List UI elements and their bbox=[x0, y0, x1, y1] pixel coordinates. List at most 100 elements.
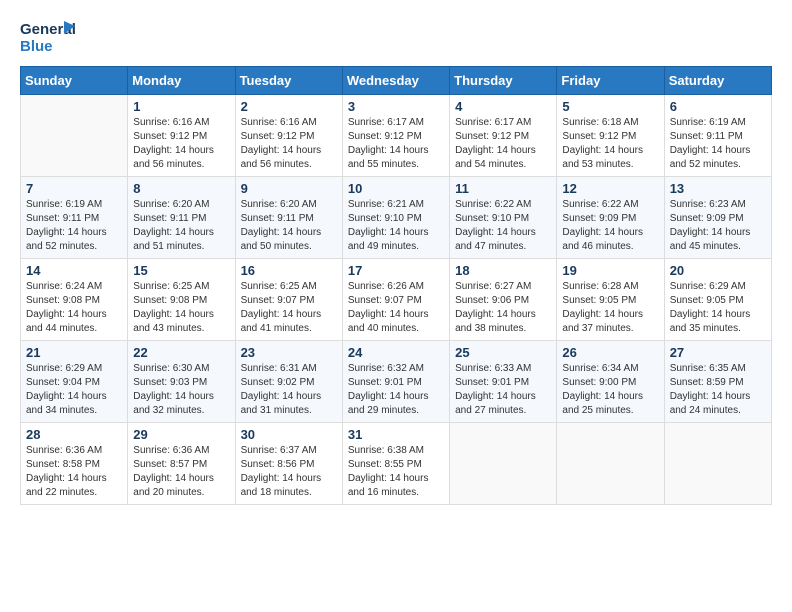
day-number: 16 bbox=[241, 263, 337, 278]
calendar-table: SundayMondayTuesdayWednesdayThursdayFrid… bbox=[20, 66, 772, 505]
day-cell-29: 29 Sunrise: 6:36 AM Sunset: 8:57 PM Dayli… bbox=[128, 423, 235, 505]
day-cell-1: 1 Sunrise: 6:16 AM Sunset: 9:12 PM Daylig… bbox=[128, 95, 235, 177]
day-number: 11 bbox=[455, 181, 551, 196]
day-cell-30: 30Sunrise: 6:37 AM Sunset: 8:56 PM Dayli… bbox=[235, 423, 342, 505]
day-number: 27 bbox=[670, 345, 766, 360]
day-number: 3 bbox=[348, 99, 444, 114]
day-info: Sunrise: 6:38 AM Sunset: 8:55 PM Dayligh… bbox=[348, 444, 444, 500]
day-info: Sunrise: 6:29 AM Sunset: 9:04 PM Dayligh… bbox=[26, 362, 122, 418]
day-cell-5: 5Sunrise: 6:18 AM Sunset: 9:12 PM Daylig… bbox=[557, 95, 664, 177]
week-row-1: 1 Sunrise: 6:16 AM Sunset: 9:12 PM Daylig… bbox=[21, 95, 772, 177]
day-cell-19: 19 Sunrise: 6:28 AM Sunset: 9:05 PM Dayli… bbox=[557, 259, 664, 341]
day-cell-11: 11 Sunrise: 6:22 AM Sunset: 9:10 PM Dayli… bbox=[450, 177, 557, 259]
day-cell-28: 28Sunrise: 6:36 AM Sunset: 8:58 PM Dayli… bbox=[21, 423, 128, 505]
day-number: 20 bbox=[670, 263, 766, 278]
day-number: 21 bbox=[26, 345, 122, 360]
day-header-tuesday: Tuesday bbox=[235, 67, 342, 95]
week-row-5: 28Sunrise: 6:36 AM Sunset: 8:58 PM Dayli… bbox=[21, 423, 772, 505]
day-info: Sunrise: 6:28 AM Sunset: 9:05 PM Dayligh… bbox=[562, 280, 658, 336]
logo-svg: GeneralBlue bbox=[20, 16, 80, 56]
day-cell-25: 25 Sunrise: 6:33 AM Sunset: 9:01 PM Dayli… bbox=[450, 341, 557, 423]
day-number: 29 bbox=[133, 427, 229, 442]
day-header-sunday: Sunday bbox=[21, 67, 128, 95]
day-cell-17: 17 Sunrise: 6:26 AM Sunset: 9:07 PM Dayli… bbox=[342, 259, 449, 341]
day-info: Sunrise: 6:19 AM Sunset: 9:11 PM Dayligh… bbox=[670, 116, 766, 172]
day-info: Sunrise: 6:36 AM Sunset: 8:57 PM Dayligh… bbox=[133, 444, 229, 500]
day-info: Sunrise: 6:23 AM Sunset: 9:09 PM Dayligh… bbox=[670, 198, 766, 254]
day-info: Sunrise: 6:20 AM Sunset: 9:11 PM Dayligh… bbox=[241, 198, 337, 254]
day-info: Sunrise: 6:17 AM Sunset: 9:12 PM Dayligh… bbox=[348, 116, 444, 172]
logo: GeneralBlue bbox=[20, 16, 80, 56]
day-cell-21: 21 Sunrise: 6:29 AM Sunset: 9:04 PM Dayli… bbox=[21, 341, 128, 423]
day-cell-12: 12Sunrise: 6:22 AM Sunset: 9:09 PM Dayli… bbox=[557, 177, 664, 259]
day-header-wednesday: Wednesday bbox=[342, 67, 449, 95]
day-info: Sunrise: 6:20 AM Sunset: 9:11 PM Dayligh… bbox=[133, 198, 229, 254]
week-row-3: 14 Sunrise: 6:24 AM Sunset: 9:08 PM Dayli… bbox=[21, 259, 772, 341]
day-cell-14: 14 Sunrise: 6:24 AM Sunset: 9:08 PM Dayli… bbox=[21, 259, 128, 341]
svg-text:Blue: Blue bbox=[20, 38, 53, 55]
day-cell-18: 18Sunrise: 6:27 AM Sunset: 9:06 PM Dayli… bbox=[450, 259, 557, 341]
day-cell-23: 23 Sunrise: 6:31 AM Sunset: 9:02 PM Dayli… bbox=[235, 341, 342, 423]
day-number: 6 bbox=[670, 99, 766, 114]
day-number: 22 bbox=[133, 345, 229, 360]
day-info: Sunrise: 6:33 AM Sunset: 9:01 PM Dayligh… bbox=[455, 362, 551, 418]
header: GeneralBlue bbox=[20, 16, 772, 56]
day-cell-4: 4 Sunrise: 6:17 AM Sunset: 9:12 PM Daylig… bbox=[450, 95, 557, 177]
day-number: 10 bbox=[348, 181, 444, 196]
day-number: 24 bbox=[348, 345, 444, 360]
day-info: Sunrise: 6:30 AM Sunset: 9:03 PM Dayligh… bbox=[133, 362, 229, 418]
empty-cell bbox=[557, 423, 664, 505]
day-header-monday: Monday bbox=[128, 67, 235, 95]
empty-cell bbox=[450, 423, 557, 505]
empty-cell bbox=[664, 423, 771, 505]
day-number: 15 bbox=[133, 263, 229, 278]
calendar-header-row: SundayMondayTuesdayWednesdayThursdayFrid… bbox=[21, 67, 772, 95]
empty-cell bbox=[21, 95, 128, 177]
day-cell-10: 10 Sunrise: 6:21 AM Sunset: 9:10 PM Dayli… bbox=[342, 177, 449, 259]
day-cell-8: 8 Sunrise: 6:20 AM Sunset: 9:11 PM Daylig… bbox=[128, 177, 235, 259]
day-number: 17 bbox=[348, 263, 444, 278]
day-info: Sunrise: 6:17 AM Sunset: 9:12 PM Dayligh… bbox=[455, 116, 551, 172]
day-info: Sunrise: 6:16 AM Sunset: 9:12 PM Dayligh… bbox=[133, 116, 229, 172]
day-info: Sunrise: 6:22 AM Sunset: 9:10 PM Dayligh… bbox=[455, 198, 551, 254]
day-info: Sunrise: 6:24 AM Sunset: 9:08 PM Dayligh… bbox=[26, 280, 122, 336]
day-cell-27: 27Sunrise: 6:35 AM Sunset: 8:59 PM Dayli… bbox=[664, 341, 771, 423]
day-cell-7: 7 Sunrise: 6:19 AM Sunset: 9:11 PM Daylig… bbox=[21, 177, 128, 259]
day-info: Sunrise: 6:25 AM Sunset: 9:07 PM Dayligh… bbox=[241, 280, 337, 336]
day-number: 14 bbox=[26, 263, 122, 278]
day-header-friday: Friday bbox=[557, 67, 664, 95]
day-number: 1 bbox=[133, 99, 229, 114]
day-number: 9 bbox=[241, 181, 337, 196]
day-cell-20: 20 Sunrise: 6:29 AM Sunset: 9:05 PM Dayli… bbox=[664, 259, 771, 341]
day-cell-26: 26Sunrise: 6:34 AM Sunset: 9:00 PM Dayli… bbox=[557, 341, 664, 423]
day-header-thursday: Thursday bbox=[450, 67, 557, 95]
week-row-4: 21 Sunrise: 6:29 AM Sunset: 9:04 PM Dayli… bbox=[21, 341, 772, 423]
day-cell-6: 6 Sunrise: 6:19 AM Sunset: 9:11 PM Daylig… bbox=[664, 95, 771, 177]
day-info: Sunrise: 6:16 AM Sunset: 9:12 PM Dayligh… bbox=[241, 116, 337, 172]
day-number: 23 bbox=[241, 345, 337, 360]
week-row-2: 7 Sunrise: 6:19 AM Sunset: 9:11 PM Daylig… bbox=[21, 177, 772, 259]
day-number: 7 bbox=[26, 181, 122, 196]
day-info: Sunrise: 6:31 AM Sunset: 9:02 PM Dayligh… bbox=[241, 362, 337, 418]
day-info: Sunrise: 6:26 AM Sunset: 9:07 PM Dayligh… bbox=[348, 280, 444, 336]
day-cell-15: 15Sunrise: 6:25 AM Sunset: 9:08 PM Dayli… bbox=[128, 259, 235, 341]
day-info: Sunrise: 6:37 AM Sunset: 8:56 PM Dayligh… bbox=[241, 444, 337, 500]
day-info: Sunrise: 6:27 AM Sunset: 9:06 PM Dayligh… bbox=[455, 280, 551, 336]
day-number: 8 bbox=[133, 181, 229, 196]
day-number: 19 bbox=[562, 263, 658, 278]
day-number: 25 bbox=[455, 345, 551, 360]
day-number: 31 bbox=[348, 427, 444, 442]
day-info: Sunrise: 6:32 AM Sunset: 9:01 PM Dayligh… bbox=[348, 362, 444, 418]
day-number: 13 bbox=[670, 181, 766, 196]
day-number: 4 bbox=[455, 99, 551, 114]
day-cell-3: 3 Sunrise: 6:17 AM Sunset: 9:12 PM Daylig… bbox=[342, 95, 449, 177]
day-cell-16: 16 Sunrise: 6:25 AM Sunset: 9:07 PM Dayli… bbox=[235, 259, 342, 341]
day-cell-2: 2Sunrise: 6:16 AM Sunset: 9:12 PM Daylig… bbox=[235, 95, 342, 177]
day-number: 5 bbox=[562, 99, 658, 114]
day-info: Sunrise: 6:22 AM Sunset: 9:09 PM Dayligh… bbox=[562, 198, 658, 254]
day-cell-9: 9 Sunrise: 6:20 AM Sunset: 9:11 PM Daylig… bbox=[235, 177, 342, 259]
day-cell-24: 24 Sunrise: 6:32 AM Sunset: 9:01 PM Dayli… bbox=[342, 341, 449, 423]
day-info: Sunrise: 6:29 AM Sunset: 9:05 PM Dayligh… bbox=[670, 280, 766, 336]
day-info: Sunrise: 6:19 AM Sunset: 9:11 PM Dayligh… bbox=[26, 198, 122, 254]
day-info: Sunrise: 6:21 AM Sunset: 9:10 PM Dayligh… bbox=[348, 198, 444, 254]
